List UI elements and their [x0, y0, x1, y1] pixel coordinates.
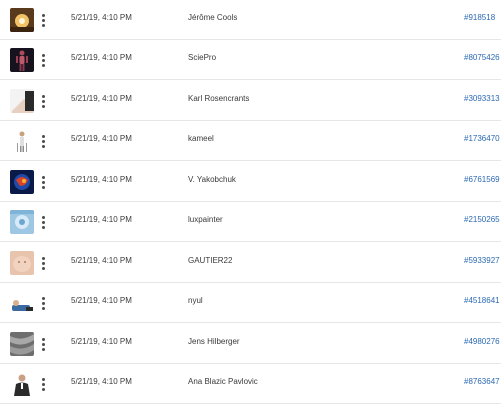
- file-id-link[interactable]: #6761569: [464, 175, 500, 184]
- list-item: 5/21/19, 4:10 PM GAUTIER22 #5933927: [0, 243, 501, 283]
- author-name: GAUTIER22: [188, 256, 233, 265]
- file-id-link[interactable]: #5933927: [464, 256, 500, 265]
- date: 5/21/19, 4:10 PM: [71, 377, 132, 386]
- file-id-link[interactable]: #2150265: [464, 215, 500, 224]
- file-id-link[interactable]: #3093313: [464, 94, 500, 103]
- date: 5/21/19, 4:10 PM: [71, 175, 132, 184]
- thumbnail-image[interactable]: [10, 332, 34, 356]
- more-options-icon[interactable]: [37, 292, 49, 314]
- thumbnail-image[interactable]: [10, 89, 34, 113]
- list-item: 5/21/19, 4:10 PM kameel #1736470: [0, 121, 501, 161]
- list-item: 5/21/19, 4:10 PM nyul #4518641: [0, 283, 501, 323]
- file-id-link[interactable]: #8075426: [464, 53, 500, 62]
- thumbnail-image[interactable]: [10, 251, 34, 275]
- more-options-icon[interactable]: [37, 171, 49, 193]
- file-id-link[interactable]: #918518: [464, 13, 495, 22]
- asset-list: 5/21/19, 4:10 PM Jérôme Cools #918518 5/…: [0, 0, 501, 407]
- thumbnail-image[interactable]: [10, 170, 34, 194]
- author-name: Ana Blazic Pavlovic: [188, 377, 258, 386]
- thumbnail-image[interactable]: [10, 372, 34, 396]
- more-options-icon[interactable]: [37, 333, 49, 355]
- author-name: Karl Rosencrants: [188, 94, 250, 103]
- list-item: 5/21/19, 4:10 PM Jens Hilberger #4980276: [0, 324, 501, 364]
- thumbnail-image[interactable]: [10, 8, 34, 32]
- author-name: V. Yakobchuk: [188, 175, 236, 184]
- file-id-link[interactable]: #4980276: [464, 337, 500, 346]
- date: 5/21/19, 4:10 PM: [71, 13, 132, 22]
- date: 5/21/19, 4:10 PM: [71, 337, 132, 346]
- list-item: 5/21/19, 4:10 PM Karl Rosencrants #30933…: [0, 81, 501, 121]
- file-id-link[interactable]: #1736470: [464, 134, 500, 143]
- author-name: Jérôme Cools: [188, 13, 238, 22]
- date: 5/21/19, 4:10 PM: [71, 94, 132, 103]
- file-id-link[interactable]: #8763647: [464, 377, 500, 386]
- author-name: kameel: [188, 134, 214, 143]
- date: 5/21/19, 4:10 PM: [71, 53, 132, 62]
- file-id-link[interactable]: #4518641: [464, 296, 500, 305]
- author-name: nyul: [188, 296, 203, 305]
- more-options-icon[interactable]: [37, 130, 49, 152]
- thumbnail-image[interactable]: [10, 291, 34, 315]
- thumbnail-image[interactable]: [10, 48, 34, 72]
- date: 5/21/19, 4:10 PM: [71, 215, 132, 224]
- more-options-icon[interactable]: [37, 90, 49, 112]
- author-name: Jens Hilberger: [188, 337, 240, 346]
- list-item: 5/21/19, 4:10 PM Ana Blazic Pavlovic #87…: [0, 364, 501, 404]
- date: 5/21/19, 4:10 PM: [71, 296, 132, 305]
- author-name: SciePro: [188, 53, 217, 62]
- more-options-icon[interactable]: [37, 373, 49, 395]
- more-options-icon[interactable]: [37, 49, 49, 71]
- list-item: 5/21/19, 4:10 PM V. Yakobchuk #6761569: [0, 162, 501, 202]
- more-options-icon[interactable]: [37, 252, 49, 274]
- list-item: 5/21/19, 4:10 PM SciePro #8075426: [0, 40, 501, 80]
- thumbnail-image[interactable]: [10, 210, 34, 234]
- list-item: 5/21/19, 4:10 PM luxpainter #2150265: [0, 202, 501, 242]
- date: 5/21/19, 4:10 PM: [71, 256, 132, 265]
- list-item: 5/21/19, 4:10 PM Jérôme Cools #918518: [0, 0, 501, 40]
- thumbnail-image[interactable]: [10, 129, 34, 153]
- more-options-icon[interactable]: [37, 9, 49, 31]
- date: 5/21/19, 4:10 PM: [71, 134, 132, 143]
- more-options-icon[interactable]: [37, 211, 49, 233]
- author-name: luxpainter: [188, 215, 223, 224]
